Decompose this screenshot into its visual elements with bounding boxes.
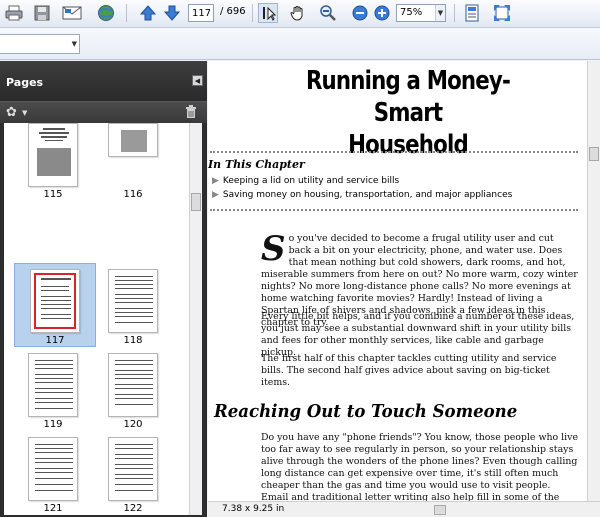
globe-icon[interactable] — [96, 3, 116, 23]
page-number-input[interactable] — [188, 4, 214, 22]
document-horizontal-scrollbar-thumb[interactable] — [434, 505, 446, 515]
document-horizontal-scrollbar[interactable] — [292, 505, 586, 515]
document-view[interactable]: Running a Money-Smart Household In This … — [208, 61, 600, 517]
page-thumbnail[interactable] — [28, 123, 78, 187]
page-thumbnail-selected[interactable] — [30, 269, 80, 333]
pages-panel-title: Pages — [6, 76, 44, 89]
zoom-level-value: 75% — [400, 7, 423, 18]
page-thumbnail[interactable] — [108, 353, 158, 417]
text-select-icon[interactable] — [258, 3, 278, 23]
triangle-bullet-icon: ▶ — [212, 176, 219, 186]
chevron-down-icon[interactable]: ▼ — [22, 109, 27, 117]
drop-cap: S — [261, 229, 286, 269]
gear-icon[interactable]: ✿ — [6, 106, 17, 119]
collapse-panel-icon[interactable]: ◀ — [192, 75, 203, 86]
arrow-down-icon[interactable] — [162, 3, 182, 23]
trash-icon[interactable] — [185, 105, 197, 122]
thumbnail-label: 121 — [43, 503, 63, 514]
fit-page-icon[interactable] — [462, 3, 482, 23]
document-vertical-scrollbar[interactable] — [587, 61, 600, 501]
triangle-bullet-icon: ▶ — [212, 190, 219, 200]
chapter-title-line2: Household — [348, 130, 469, 160]
zoom-in-icon[interactable] — [372, 3, 392, 23]
thumbnail-label: 118 — [123, 335, 143, 346]
thumbnail-toolbar: ✿ ▼ — [0, 101, 207, 123]
pages-panel: Pages ◀ ✿ ▼ 115 116 117 118 119 120 121 … — [0, 61, 207, 517]
chapter-bullet: ▶ Saving money on housing, transportation… — [212, 190, 513, 200]
status-bar: 7.38 x 9.25 in — [208, 501, 600, 517]
document-vertical-scrollbar-thumb[interactable] — [589, 147, 599, 161]
secondary-toolbar: ▼ — [0, 28, 600, 60]
page-thumbnail[interactable] — [108, 123, 158, 157]
printer-icon[interactable] — [4, 3, 24, 23]
section-heading: Reaching Out to Touch Someone — [214, 401, 518, 422]
chapter-title: Running a Money-Smart Household — [277, 65, 539, 161]
paragraph: Every little bit helps, and if you combi… — [261, 311, 575, 358]
thumbnail-scrollbar-thumb[interactable] — [191, 193, 201, 211]
in-this-chapter-heading: In This Chapter — [208, 158, 305, 171]
pages-panel-header: Pages ◀ — [0, 61, 207, 101]
floppy-disk-icon[interactable] — [32, 3, 52, 23]
page-total: / 696 — [220, 6, 246, 17]
thumbnail-list[interactable]: 115 116 117 118 119 120 121 122 — [4, 123, 202, 515]
page-size-label: 7.38 x 9.25 in — [222, 504, 285, 514]
page-thumbnail[interactable] — [108, 437, 158, 501]
divider — [210, 209, 578, 211]
envelope-icon[interactable] — [62, 3, 82, 23]
paragraph: The first half of this chapter tackles c… — [261, 353, 557, 388]
marquee-zoom-icon[interactable] — [318, 3, 338, 23]
main-toolbar: / 696 75% ▼ — [0, 0, 600, 28]
hand-icon[interactable] — [288, 3, 308, 23]
thumbnail-label: 115 — [43, 189, 63, 200]
chapter-title-line1: Running a Money-Smart — [305, 66, 511, 128]
thumbnail-label: 122 — [123, 503, 143, 514]
fullscreen-icon[interactable] — [492, 3, 512, 23]
chevron-down-icon[interactable]: ▼ — [435, 5, 445, 21]
thumbnail-label: 120 — [123, 419, 143, 430]
thumbnail-label: 117 — [45, 335, 65, 346]
toolbar-dropdown[interactable]: ▼ — [0, 34, 80, 54]
thumbnail-label: 119 — [43, 419, 63, 430]
page-thumbnail[interactable] — [28, 437, 78, 501]
thumbnail-label: 116 — [123, 189, 143, 200]
arrow-up-icon[interactable] — [138, 3, 158, 23]
thumbnail-scrollbar[interactable] — [189, 123, 202, 515]
zoom-level-select[interactable]: 75% ▼ — [396, 4, 446, 22]
chapter-bullet: ▶ Keeping a lid on utility and service bi… — [212, 176, 400, 186]
chevron-down-icon[interactable]: ▼ — [72, 40, 77, 48]
page-thumbnail[interactable] — [108, 269, 158, 333]
page-thumbnail[interactable] — [28, 353, 78, 417]
divider — [210, 151, 578, 153]
zoom-out-icon[interactable] — [350, 3, 370, 23]
